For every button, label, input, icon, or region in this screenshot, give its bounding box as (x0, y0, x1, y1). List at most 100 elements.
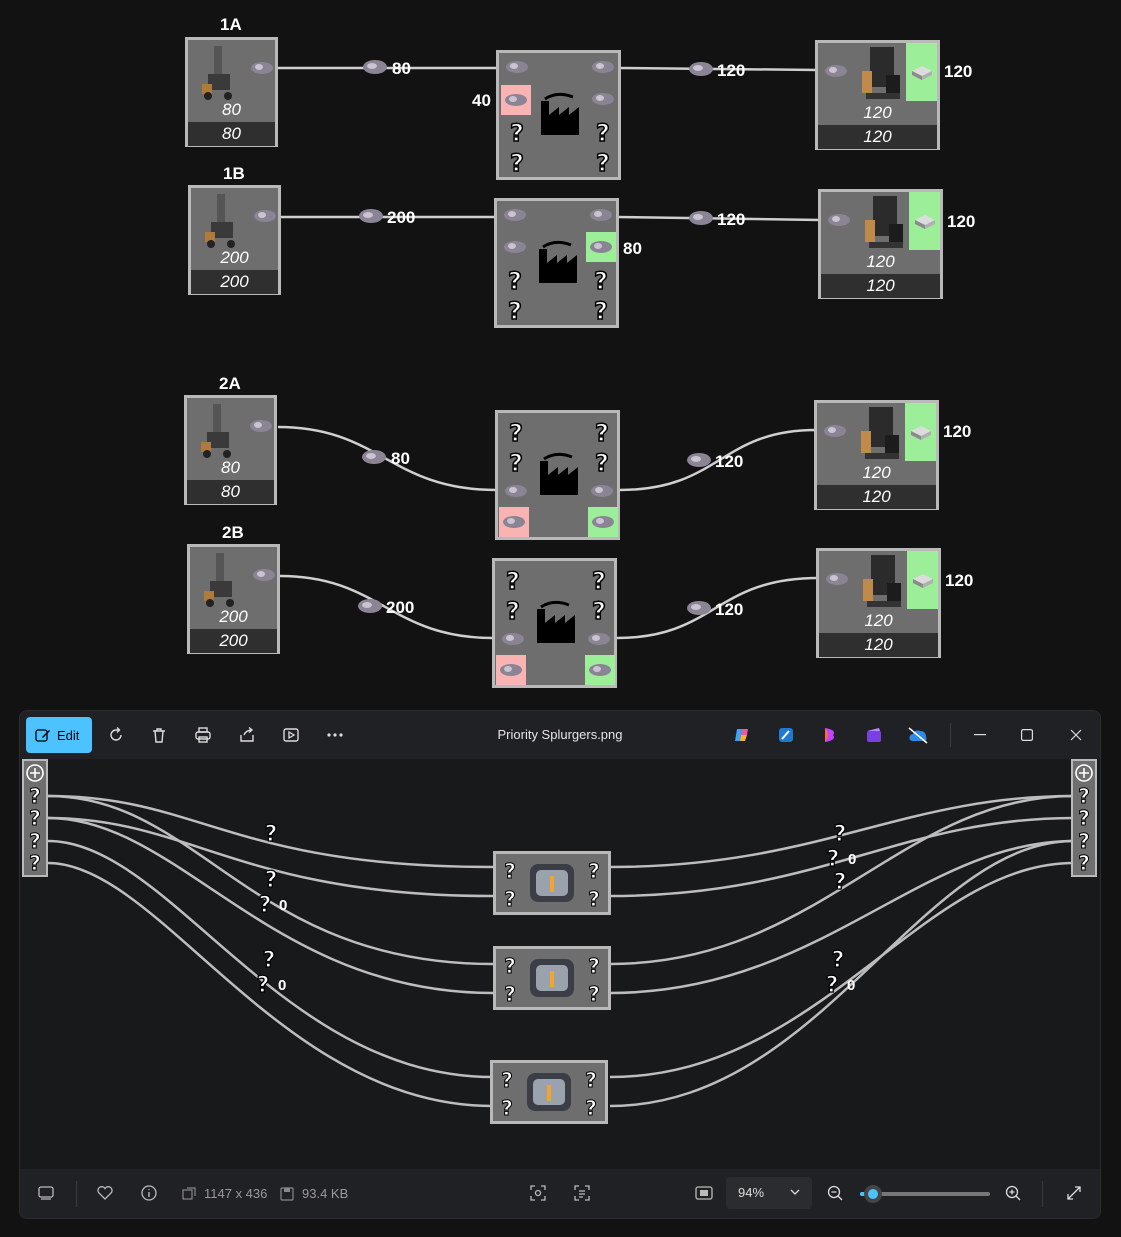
svg-text:?: ? (509, 449, 523, 475)
ore-icon (253, 569, 275, 581)
smelter-node-1b[interactable]: 120 120 (818, 189, 943, 299)
splitter-hub-2a[interactable]: ? ? ? ? (495, 410, 620, 540)
paint-button[interactable] (768, 717, 804, 753)
drill-node-2b[interactable]: 200 200 (187, 544, 280, 654)
factory-icon (541, 92, 579, 135)
drill-output-rate: 80 (222, 100, 241, 119)
expand-icon (1067, 1186, 1081, 1200)
hub-side-rate-1b: 80 (623, 239, 642, 258)
svg-text:?: ? (1078, 784, 1090, 808)
file-info-button[interactable] (131, 1175, 167, 1211)
splitter-hub-1b[interactable]: ? ? ? ? (494, 198, 619, 328)
svg-text:?: ? (29, 829, 41, 853)
viewer-toolbar: Edit Priority Splurgers.png (20, 711, 1100, 759)
drill-output-rate: 80 (221, 458, 240, 477)
ore-icon (500, 664, 522, 676)
ore-icon (502, 633, 524, 645)
svg-text:?: ? (596, 119, 610, 145)
chevron-down-icon (790, 1189, 800, 1195)
image-canvas[interactable]: ? ? ? ? ? ? ? ? ? ? 0 0 0 0 ???? ? ? ? ?… (20, 759, 1100, 1171)
designer-button[interactable] (812, 717, 848, 753)
drill-node-1a[interactable]: 80 80 (185, 37, 278, 147)
zoom-in-button[interactable] (995, 1175, 1031, 1211)
belt-question-icon: ? (832, 948, 845, 973)
svg-text:?: ? (595, 449, 609, 475)
ore-icon (588, 633, 610, 645)
drill-icon (202, 46, 232, 100)
belt-question-icon: ? (263, 948, 276, 973)
ingot-icon (915, 215, 935, 229)
question-icon: ? (594, 449, 609, 475)
question-icon: ? (508, 449, 523, 475)
svg-text:?: ? (504, 859, 516, 883)
statusbar-divider (1042, 1181, 1043, 1207)
ore-icon (505, 94, 527, 106)
ingot-icon (912, 66, 932, 80)
svg-text:?: ? (501, 1068, 513, 1092)
maximize-button[interactable] (1009, 717, 1045, 753)
question-icon: ? (505, 597, 520, 623)
svg-text:?: ? (508, 297, 522, 323)
drill-output-rate: 200 (220, 248, 249, 267)
storage-chest-1[interactable]: ???? (493, 851, 611, 915)
factory-icon (540, 452, 578, 495)
section-label-1a: 1A (220, 15, 242, 34)
close-button[interactable] (1058, 717, 1094, 753)
smelter-node-2b[interactable]: 120 120 (816, 548, 941, 658)
smelter-icon (862, 47, 900, 99)
storage-chest-3[interactable]: ???? (490, 1060, 608, 1124)
drill-node-1b[interactable]: 200 200 (188, 185, 281, 295)
filmstrip-button[interactable] (28, 1175, 64, 1211)
belt-rate-1b-in: 200 (387, 208, 416, 227)
question-icon: ? (509, 149, 524, 175)
belt-count-label: 0 (278, 977, 287, 994)
smelter-output-rate: 120 (866, 252, 895, 271)
svg-text:?: ? (585, 1068, 597, 1092)
svg-text:?: ? (592, 597, 606, 623)
ore-icon (591, 485, 613, 497)
question-icon: ? (593, 297, 608, 323)
zoom-out-button[interactable] (817, 1175, 853, 1211)
svg-text:?: ? (29, 784, 41, 808)
clipchamp-button[interactable] (856, 717, 892, 753)
smelter-node-2a[interactable]: 120 120 (814, 400, 939, 510)
ore-icon (687, 453, 711, 467)
favorite-button[interactable] (87, 1175, 123, 1211)
copilot-button[interactable] (724, 717, 760, 753)
svg-text:?: ? (504, 887, 516, 911)
drill-input-rate: 80 (187, 480, 274, 504)
svg-text:?: ? (29, 806, 41, 830)
question-icon: ? (594, 419, 609, 445)
belt-question-icon: ? (826, 973, 839, 998)
info-icon (141, 1185, 157, 1201)
belt-count-label: 0 (847, 977, 856, 994)
chest-icon: ???? (504, 859, 601, 912)
smelter-icon (863, 555, 901, 607)
minimize-button[interactable] (962, 717, 998, 753)
visual-search-button[interactable] (520, 1175, 556, 1211)
text-scan-button[interactable] (564, 1175, 600, 1211)
splitter-hub-2b[interactable]: ? ? ? ? (492, 558, 617, 688)
question-icon: ? (509, 119, 524, 145)
zoom-level-dropdown[interactable]: 94% (726, 1177, 812, 1209)
smelter-node-1a[interactable]: 120 120 (815, 40, 940, 150)
onedrive-off-button[interactable] (900, 717, 936, 753)
drill-node-2a[interactable]: 80 80 (184, 395, 277, 505)
ore-icon (504, 209, 526, 221)
belt-rate-2b-out: 120 (715, 600, 744, 619)
fit-to-window-button[interactable] (686, 1175, 722, 1211)
storage-chest-2[interactable]: ???? (493, 946, 611, 1010)
smelter-icon (865, 196, 903, 248)
belt-rate-1a-in: 80 (392, 59, 411, 78)
zoom-slider[interactable] (860, 1185, 990, 1203)
zoom-slider-thumb[interactable] (864, 1185, 882, 1203)
drill-icon (205, 194, 235, 248)
file-title: Priority Splurgers.png (497, 727, 623, 742)
port-icons: ???? (1075, 764, 1093, 876)
smelter-rate-2b: 120 (945, 571, 974, 590)
splitter-hub-1a[interactable]: ? ? ? ? (496, 50, 621, 180)
fullscreen-button[interactable] (1056, 1175, 1092, 1211)
svg-text:?: ? (509, 419, 523, 445)
smelter-icon (861, 407, 899, 459)
save-disk-icon (280, 1187, 294, 1201)
